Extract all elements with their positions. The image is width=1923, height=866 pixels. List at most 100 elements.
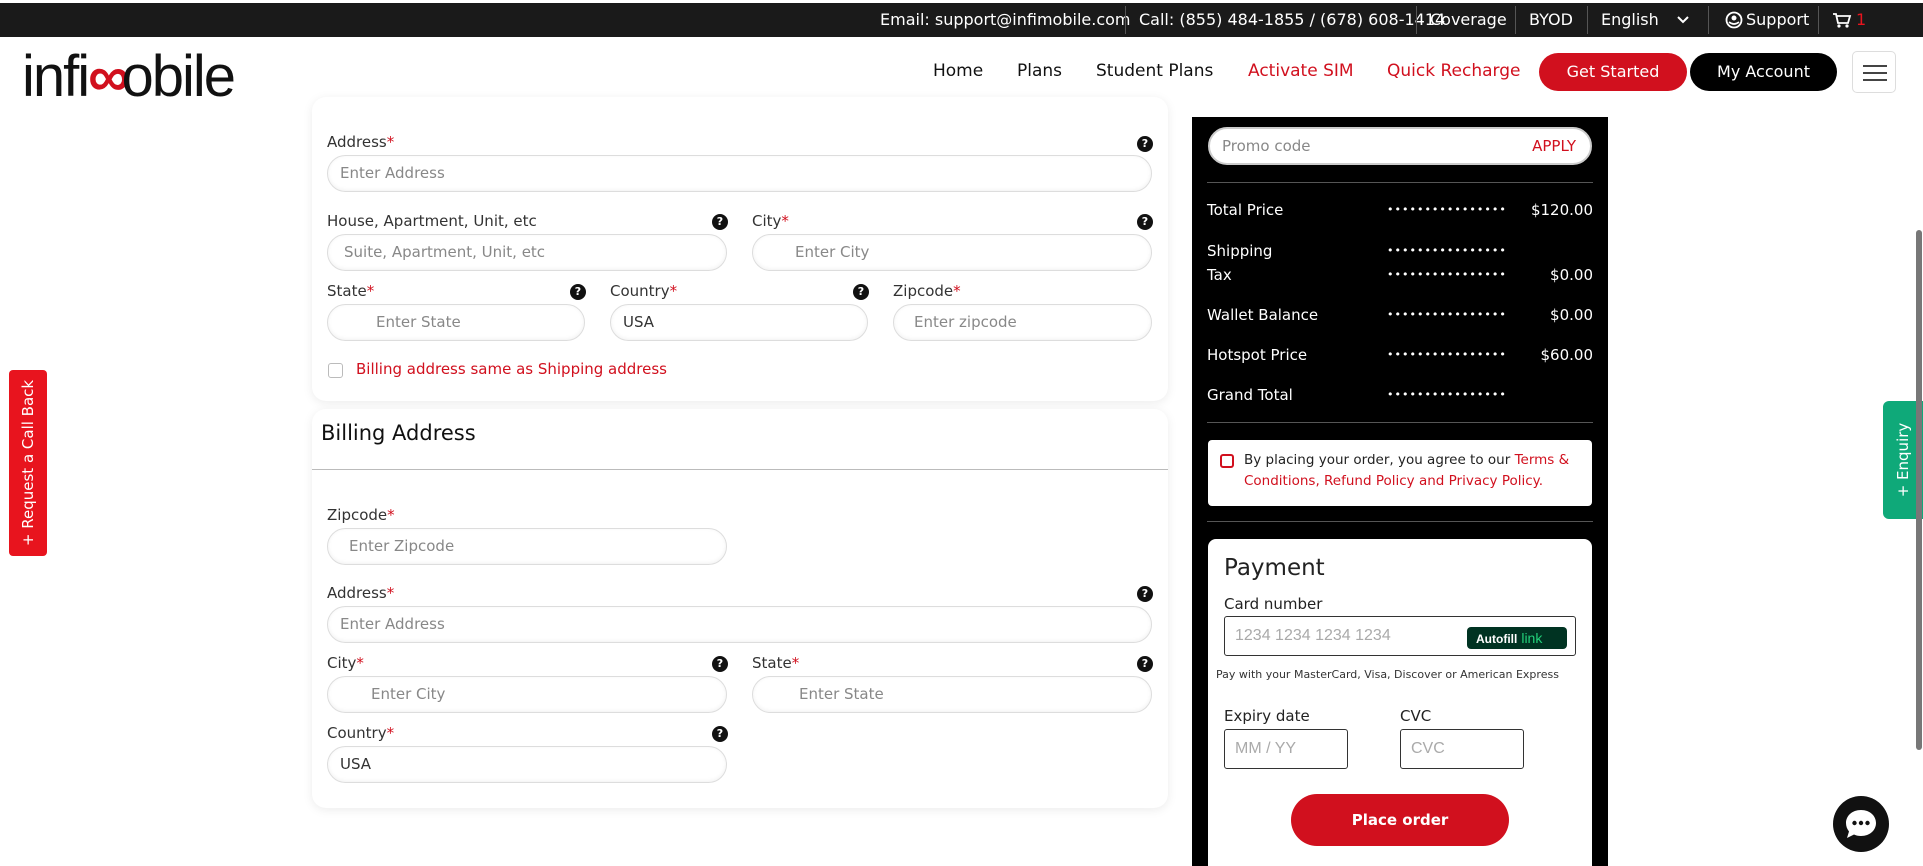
chat-bubble-icon [1846, 810, 1876, 838]
promo-code-input[interactable]: Promo code [1222, 129, 1311, 163]
email-link[interactable]: Email: support@infimobile.com [880, 3, 1130, 37]
coverage-link[interactable]: Coverage [1430, 3, 1507, 37]
divider [1207, 521, 1593, 522]
zipcode-input[interactable]: Enter zipcode [893, 304, 1152, 341]
summary-row-grand-total: Grand Total •••••••••••••••• [1207, 386, 1507, 404]
help-icon[interactable]: ? [1137, 586, 1153, 602]
billing-address-card: Billing Address Zipcode* Enter Zipcode A… [312, 409, 1168, 808]
help-icon[interactable]: ? [712, 214, 728, 230]
summary-row-wallet-balance: Wallet Balance •••••••••••••••• $0.00 [1207, 306, 1593, 324]
call-link[interactable]: Call: (855) 484-1855 / (678) 608-1414 [1139, 3, 1445, 37]
divider [1125, 6, 1126, 34]
divider [1515, 6, 1516, 34]
cart-count-badge: 1 [1856, 10, 1867, 29]
card-number-placeholder: 1234 1234 1234 1234 [1235, 627, 1391, 644]
billing-state-input[interactable]: Enter State [752, 676, 1152, 713]
order-summary-panel: Promo code APPLY Total Price •••••••••••… [1192, 117, 1608, 866]
card-types-hint: Pay with your MasterCard, Visa, Discover… [1216, 668, 1559, 681]
chevron-down-icon[interactable] [1676, 15, 1690, 25]
checkout-main: Address* ? Enter Address House, Apartmen… [0, 97, 1923, 866]
divider [1818, 6, 1819, 34]
card-number-label: Card number [1224, 595, 1323, 613]
summary-row-hotspot-price: Hotspot Price •••••••••••••••• $60.00 [1207, 346, 1593, 364]
help-icon[interactable]: ? [712, 656, 728, 672]
zipcode-label: Zipcode* [893, 282, 961, 300]
byod-link[interactable]: BYOD [1529, 3, 1573, 37]
infimobile-logo[interactable]: infi∞obile [22, 44, 237, 109]
billing-same-checkbox[interactable] [328, 363, 343, 378]
divider [1416, 6, 1417, 34]
terms-checkbox[interactable] [1220, 454, 1234, 468]
billing-city-label: City* [327, 654, 364, 672]
terms-agreement-box: By placing your order, you agree to our … [1208, 440, 1592, 506]
house-input[interactable]: Suite, Apartment, Unit, etc [327, 234, 727, 271]
payment-form: Payment Card number 1234 1234 1234 1234 … [1208, 539, 1592, 866]
divider [1207, 182, 1593, 183]
summary-row-tax: Tax •••••••••••••••• $0.00 [1207, 266, 1593, 284]
nav-quick-recharge[interactable]: Quick Recharge [1387, 61, 1520, 81]
menu-icon [1863, 72, 1887, 74]
billing-title: Billing Address [321, 421, 476, 445]
get-started-button[interactable]: Get Started [1539, 53, 1687, 91]
nav-student-plans[interactable]: Student Plans [1096, 61, 1213, 81]
top-bar: Email: support@infimobile.com Call: (855… [0, 3, 1923, 37]
chat-widget-button[interactable] [1833, 796, 1889, 852]
divider [312, 469, 1168, 470]
autofill-link-button[interactable]: Autofill link [1467, 627, 1567, 649]
promo-code-field[interactable]: Promo code APPLY [1208, 127, 1592, 165]
place-order-button[interactable]: Place order [1291, 794, 1509, 846]
country-label: Country* [610, 282, 678, 300]
city-input[interactable]: Enter City [752, 234, 1152, 271]
enquiry-label: + Enquiry [1894, 422, 1912, 498]
menu-icon [1863, 65, 1887, 67]
cvc-input[interactable]: CVC [1400, 729, 1524, 769]
expiry-date-input[interactable]: MM / YY [1224, 729, 1348, 769]
billing-address-label: Address* [327, 584, 395, 602]
cvc-label: CVC [1400, 707, 1432, 725]
my-account-button[interactable]: My Account [1690, 53, 1837, 91]
nav-activate-sim[interactable]: Activate SIM [1248, 61, 1354, 81]
billing-city-input[interactable]: Enter City [327, 676, 727, 713]
help-icon[interactable]: ? [1137, 656, 1153, 672]
help-icon[interactable]: ? [853, 284, 869, 300]
logo-text-left: infi [22, 44, 90, 109]
request-call-back-tab[interactable]: + Request a Call Back [9, 370, 47, 556]
divider [1708, 6, 1709, 34]
billing-zipcode-label: Zipcode* [327, 506, 395, 524]
language-select[interactable]: English [1601, 3, 1659, 37]
terms-text: By placing your order, you agree to our … [1244, 452, 1570, 489]
help-icon[interactable]: ? [1137, 136, 1153, 152]
address-label: Address* [327, 133, 395, 151]
billing-same-label[interactable]: Billing address same as Shipping address [356, 360, 667, 378]
house-label: House, Apartment, Unit, etc [327, 212, 537, 230]
logo-text-right: obile [121, 44, 237, 109]
help-icon[interactable]: ? [712, 726, 728, 742]
divider [1587, 6, 1588, 34]
apply-promo-button[interactable]: APPLY [1532, 129, 1576, 163]
country-select[interactable]: USA [610, 304, 868, 341]
expiry-date-label: Expiry date [1224, 707, 1310, 725]
nav-plans[interactable]: Plans [1017, 61, 1062, 81]
card-number-input[interactable]: 1234 1234 1234 1234 Autofill link [1224, 616, 1576, 656]
nav-home[interactable]: Home [933, 61, 983, 81]
state-input[interactable]: Enter State [327, 304, 585, 341]
callback-label: + Request a Call Back [19, 379, 37, 547]
support-icon [1725, 11, 1743, 29]
cart-icon[interactable] [1832, 12, 1852, 29]
hamburger-menu-button[interactable] [1852, 51, 1896, 93]
city-label: City* [752, 212, 789, 230]
billing-zipcode-input[interactable]: Enter Zipcode [327, 528, 727, 565]
help-icon[interactable]: ? [570, 284, 586, 300]
state-label: State* [327, 282, 375, 300]
billing-address-input[interactable]: Enter Address [327, 606, 1152, 643]
divider [1207, 422, 1593, 423]
help-icon[interactable]: ? [1137, 214, 1153, 230]
shipping-address-card: Address* ? Enter Address House, Apartmen… [312, 97, 1168, 401]
logo-infinity: ∞ [88, 44, 129, 109]
summary-row-total-price: Total Price •••••••••••••••• $120.00 [1207, 201, 1593, 219]
page-scrollbar[interactable] [1916, 230, 1922, 750]
address-input[interactable]: Enter Address [327, 155, 1152, 192]
summary-row-shipping: Shipping •••••••••••••••• [1207, 242, 1507, 260]
billing-country-select[interactable]: USA [327, 746, 727, 783]
support-link[interactable]: Support [1746, 3, 1809, 37]
